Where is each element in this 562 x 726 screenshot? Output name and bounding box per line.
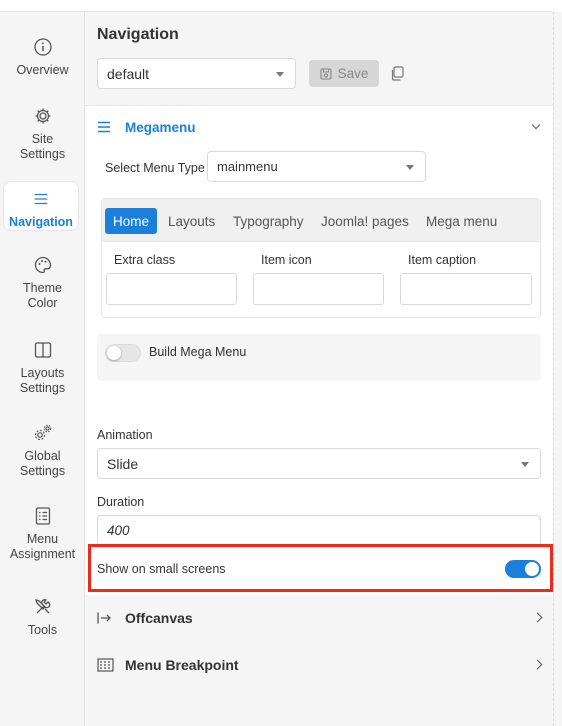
sidebar-item-navigation[interactable]: Navigation [3,181,79,231]
sidebar-item-site-settings[interactable]: Site Settings [0,106,85,162]
menu-item-tabs: Home Layouts Typography Joomla! pages Me… [101,198,541,318]
breakpoint-icon [97,658,114,672]
extra-class-input[interactable] [106,273,237,305]
duration-input-value: 400 [107,523,130,538]
sidebar-item-label: Navigation [9,215,73,229]
sidebar-item-layouts-settings[interactable]: Layouts Settings [0,340,85,396]
duration-input[interactable]: 400 [97,515,541,546]
sidebar-item-label: Overview [16,63,69,77]
menu-type-select-value: mainmenu [217,159,278,174]
build-mega-menu-box: Build Mega Menu [97,334,541,381]
tab-mega-menu[interactable]: Mega menu [426,208,497,234]
chevron-down-icon [406,164,414,170]
tab-home[interactable]: Home [105,208,158,234]
save-button-label: Save [337,66,369,81]
sidebar-item-label: Menu Assignment [9,532,76,561]
right-gutter [553,12,562,726]
preset-select[interactable]: default [97,58,296,89]
extra-class-label: Extra class [114,253,176,267]
animation-select[interactable]: Slide [97,448,541,479]
build-mega-menu-label: Build Mega Menu [149,345,247,359]
sidebar-item-label: Theme Color [23,281,62,310]
sidebar-item-label: Site Settings [19,132,66,161]
save-button[interactable]: Save [309,60,379,87]
sidebar-item-theme-color[interactable]: Theme Color [0,255,85,311]
item-icon-label: Item icon [261,253,312,267]
build-mega-menu-toggle[interactable] [105,344,141,362]
chevron-down-icon [276,71,284,77]
animation-label: Animation [97,428,153,442]
tools-icon [34,598,50,614]
chevron-down-icon [521,461,529,467]
page-title: Navigation [97,26,179,43]
sidebar-item-label: Global Settings [19,449,66,478]
offcanvas-row[interactable]: Offcanvas [97,608,543,628]
item-caption-input[interactable] [400,273,532,305]
sidebar-item-label: Tools [27,623,58,637]
item-caption-label: Item caption [408,253,477,267]
gears-icon [34,424,51,441]
tab-bar: Home Layouts Typography Joomla! pages Me… [102,199,540,242]
duration-label: Duration [97,495,145,509]
copy-icon[interactable] [390,66,404,81]
sidebar-item-menu-assignment[interactable]: Menu Assignment [0,506,85,562]
chevron-right-icon [532,612,543,623]
sidebar-item-global-settings[interactable]: Global Settings [0,423,85,479]
layout-icon [34,342,51,358]
menu-type-select[interactable]: mainmenu [207,151,426,182]
menu-breakpoint-row[interactable]: Menu Breakpoint [97,655,543,675]
menu-breakpoint-title: Menu Breakpoint [125,657,239,673]
tab-layouts[interactable]: Layouts [168,208,215,234]
palette-icon [34,256,51,274]
menu-icon [98,121,110,133]
megamenu-title[interactable]: Megamenu [125,120,196,135]
checklist-icon [35,507,50,525]
page: Overview Site Settings Navigation Theme … [0,0,562,726]
sidebar-item-tools[interactable]: Tools [0,597,85,638]
arrow-right-to-bar-icon [97,612,111,624]
sidebar-item-label: Layouts Settings [19,366,66,395]
item-icon-input[interactable] [253,273,384,305]
offcanvas-title: Offcanvas [125,610,193,626]
gear-icon [35,108,50,124]
preset-select-value: default [107,65,150,82]
highlight-box [88,544,553,592]
save-icon [320,67,332,80]
info-icon [33,38,52,56]
chevron-right-icon [532,659,543,670]
animation-select-value: Slide [107,455,139,472]
menu-icon [34,193,48,205]
sidebar-item-overview[interactable]: Overview [0,37,85,78]
tab-typography[interactable]: Typography [233,208,304,234]
tab-joomla-pages[interactable]: Joomla! pages [321,208,409,234]
menu-type-label: Select Menu Type [105,161,205,175]
